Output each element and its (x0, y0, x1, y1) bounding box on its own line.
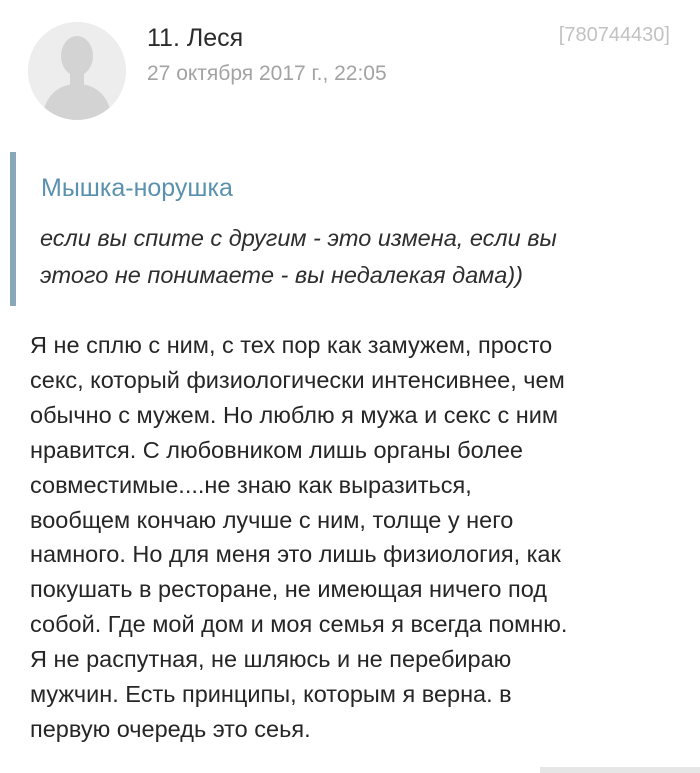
comment-line: вообщем кончаю лучше с ним, толще у него (30, 506, 514, 533)
comment-body: Я не сплю с ним, с тех пор как замужем, … (30, 328, 690, 747)
comment-line: обычно с мужем. Но люблю я мужа и секс с… (30, 401, 558, 428)
comment-line: мужчин. Есть принципы, которым я верна. … (30, 681, 512, 708)
comment-line: первую очередь это сеья. (30, 715, 311, 742)
comment-line: секс, который физиологически интенсивнее… (30, 366, 565, 393)
comment-id[interactable]: [780744430] (559, 24, 670, 47)
comment-header: 11. Леся 27 октября 2017 г., 22:05 [7807… (0, 0, 700, 130)
comment-line: Я не распутная, не шляюсь и не перебираю (30, 646, 512, 673)
quote-line: этого не понимаете - вы недалекая дама)) (40, 262, 523, 288)
quote-block: Мышка-норушка если вы спите с другим - э… (10, 152, 680, 306)
bottom-edge-divider (540, 767, 700, 773)
comment-line: совместимые....не знаю как выразиться, (30, 471, 472, 498)
quote-author[interactable]: Мышка-норушка (41, 174, 233, 203)
comment-line: покушать в ресторане, не имеющая ничего … (30, 576, 548, 603)
comment-line: собой. Где мой дом и моя семья я всегда … (30, 611, 568, 638)
quote-text: если вы спите с другим - это измена, есл… (40, 220, 670, 294)
quote-line: если вы спите с другим - это измена, есл… (40, 225, 557, 251)
comment-line: намного. Но для меня это лишь физиология… (30, 541, 561, 568)
avatar[interactable] (28, 22, 126, 120)
user-silhouette-icon (28, 22, 126, 120)
comment-line: нравится. С любовником лишь органы более (30, 436, 524, 463)
comment-author[interactable]: 11. Леся (147, 24, 243, 53)
comment-date: 27 октября 2017 г., 22:05 (147, 62, 387, 85)
comment-line: Я не сплю с ним, с тех пор как замужем, … (30, 332, 553, 358)
